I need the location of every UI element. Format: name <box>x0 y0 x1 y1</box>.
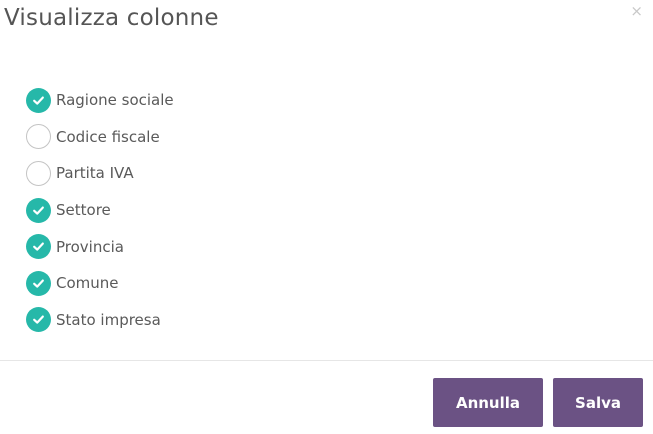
checkbox-provincia[interactable] <box>26 234 51 260</box>
checkmark-icon <box>33 315 44 325</box>
option-label: Provincia <box>56 237 124 256</box>
column-option-provincia[interactable]: Provincia <box>26 228 174 265</box>
checkbox-comune[interactable] <box>26 270 51 296</box>
option-label: Ragione sociale <box>56 91 174 110</box>
checkbox-partita-iva[interactable] <box>26 160 51 186</box>
option-label: Codice fiscale <box>56 127 160 146</box>
column-option-partita-iva[interactable]: Partita IVA <box>26 155 174 192</box>
checkbox-ragione-sociale[interactable] <box>26 87 51 113</box>
column-option-ragione-sociale[interactable]: Ragione sociale <box>26 82 174 119</box>
checkmark-icon <box>33 96 44 105</box>
column-option-stato-impresa[interactable]: Stato impresa <box>26 302 174 339</box>
checkbox-stato-impresa[interactable] <box>26 307 51 333</box>
option-label: Stato impresa <box>56 310 161 329</box>
dialog-title: Visualizza colonne <box>4 5 219 31</box>
checkmark-icon <box>33 242 44 251</box>
column-option-comune[interactable]: Comune <box>26 265 174 302</box>
column-option-codice-fiscale[interactable]: Codice fiscale <box>26 119 174 156</box>
option-label: Partita IVA <box>56 164 134 183</box>
column-option-settore[interactable]: Settore <box>26 192 174 229</box>
checkmark-icon <box>33 206 44 215</box>
close-icon[interactable]: × <box>630 2 643 20</box>
checkmark-icon <box>33 279 44 288</box>
option-label: Settore <box>56 201 111 220</box>
checkbox-settore[interactable] <box>26 197 51 223</box>
save-button[interactable]: Salva <box>553 378 643 427</box>
column-visibility-dialog: Visualizza colonne × Ragione sociale Cod… <box>0 0 653 434</box>
footer-divider <box>0 360 653 361</box>
column-options-list: Ragione sociale Codice fiscale Partita I… <box>26 82 174 338</box>
option-label: Comune <box>56 274 119 293</box>
checkbox-codice-fiscale[interactable] <box>26 124 51 150</box>
cancel-button[interactable]: Annulla <box>433 378 543 427</box>
